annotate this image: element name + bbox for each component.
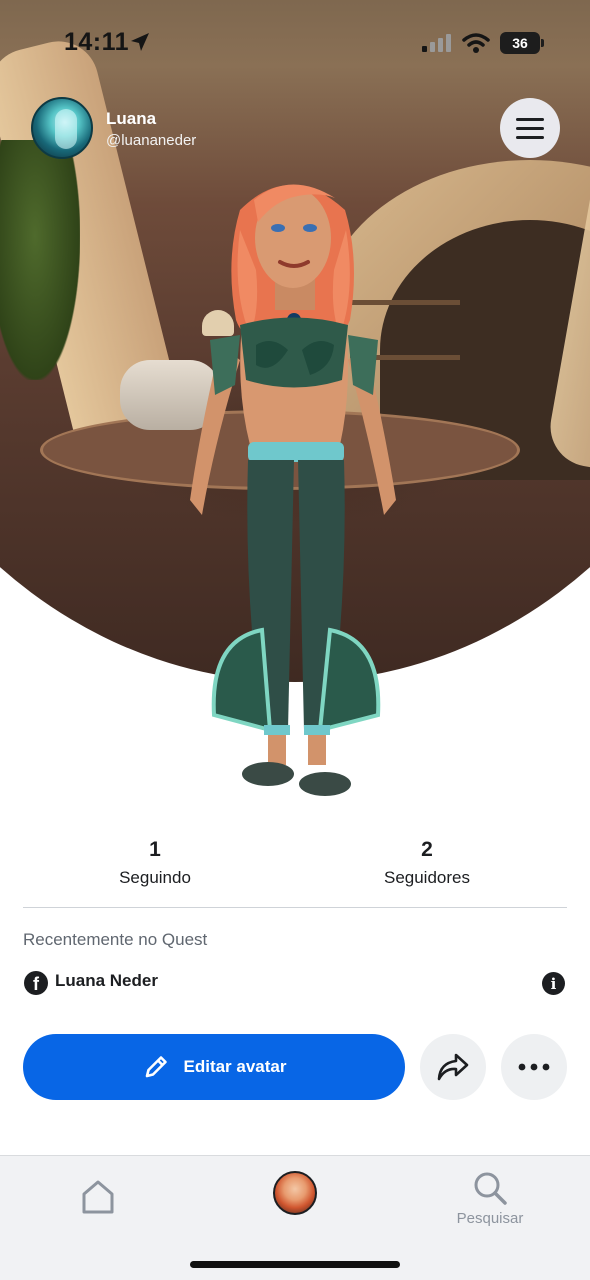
facebook-icon: f (24, 971, 48, 995)
recent-section-title: Recentemente no Quest (23, 930, 208, 949)
status-bar: 14:11 36 (0, 28, 590, 62)
location-arrow-icon (131, 33, 149, 51)
linked-account-name: Luana Neder (55, 971, 158, 990)
divider (23, 907, 567, 908)
followers-stat[interactable]: 2 Seguidores (347, 838, 507, 888)
battery-icon: 36 (500, 32, 544, 54)
following-stat[interactable]: 1 Seguindo (75, 838, 235, 888)
bottom-navigation: Pesquisar (0, 1155, 590, 1280)
profile-avatar[interactable] (31, 97, 93, 159)
menu-icon (516, 126, 544, 130)
share-button[interactable] (420, 1034, 486, 1100)
profile-handle: @luananeder (106, 132, 197, 149)
edit-avatar-label: Editar avatar (183, 1057, 287, 1076)
search-icon[interactable] (470, 1168, 510, 1208)
status-time: 14:11 (64, 28, 130, 56)
nav-profile-avatar[interactable] (273, 1171, 317, 1215)
following-count: 1 (149, 838, 161, 861)
avatar-scene (0, 0, 590, 700)
scene-background (0, 0, 590, 682)
more-options-button[interactable] (501, 1034, 567, 1100)
home-indicator (190, 1261, 400, 1268)
more-icon (518, 1063, 550, 1071)
pencil-icon (145, 1056, 167, 1078)
wifi-icon (462, 33, 490, 53)
menu-button[interactable] (500, 98, 560, 158)
profile-name: Luana (106, 109, 157, 128)
followers-count: 2 (421, 838, 433, 861)
share-icon (437, 1053, 469, 1081)
signal-icon (422, 34, 451, 52)
home-icon[interactable] (78, 1176, 118, 1216)
followers-label: Seguidores (383, 868, 470, 887)
nav-search-label[interactable]: Pesquisar (430, 1210, 550, 1227)
edit-avatar-button[interactable]: Editar avatar (23, 1034, 405, 1100)
info-icon[interactable]: i (542, 972, 565, 995)
following-label: Seguindo (119, 868, 191, 887)
